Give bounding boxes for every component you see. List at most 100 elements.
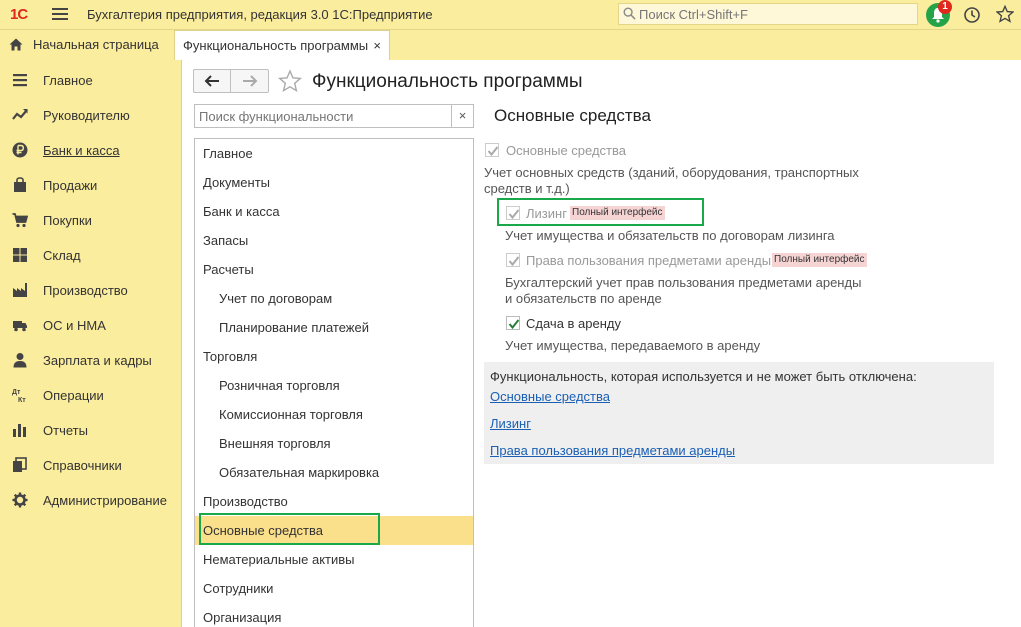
tab-functionality-label: Функциональность программы	[183, 38, 369, 53]
assets-checkbox[interactable]	[485, 143, 499, 157]
list-item[interactable]: Обязательная маркировка	[195, 458, 473, 487]
dt-label: Дт	[12, 389, 21, 396]
sidebar: Главное Руководителю Банк и касса Продаж…	[0, 60, 182, 627]
list-item[interactable]: Комиссионная торговля	[195, 400, 473, 429]
list-item[interactable]: Расчеты	[195, 255, 473, 284]
back-button[interactable]	[194, 70, 231, 92]
list-item[interactable]: Запасы	[195, 226, 473, 255]
list-item-label: Торговля	[203, 349, 258, 364]
gear-icon	[12, 492, 28, 508]
cart-icon	[12, 213, 28, 228]
list-item[interactable]: Внешняя торговля	[195, 429, 473, 458]
books-icon	[13, 457, 27, 472]
sidebar-item-director[interactable]: Руководителю	[0, 97, 182, 132]
bag-icon	[14, 177, 26, 192]
list-item-label: Главное	[203, 146, 253, 161]
list-item-label: Производство	[203, 494, 288, 509]
list-item[interactable]: Учет по договорам	[195, 284, 473, 313]
sidebar-item-label: Справочники	[43, 458, 122, 473]
section-title: Основные средства	[494, 106, 651, 125]
list-item[interactable]: Планирование платежей	[195, 313, 473, 342]
sidebar-item-label: Отчеты	[43, 423, 88, 438]
list-item[interactable]: Документы	[195, 168, 473, 197]
sidebar-item-warehouse[interactable]: Склад	[0, 237, 182, 272]
list-item-label: Банк и касса	[203, 204, 280, 219]
factory-icon	[13, 283, 27, 297]
truck-icon	[13, 321, 27, 332]
favorite-star-icon[interactable]	[278, 69, 302, 93]
description-line: средств и т.д.)	[484, 181, 570, 196]
tab-home[interactable]: Начальная страница	[0, 30, 170, 60]
forward-button[interactable]	[232, 70, 269, 92]
list-item-label: Документы	[203, 175, 271, 190]
assets-description: Учет основных средств (зданий, оборудова…	[484, 165, 859, 197]
home-icon	[9, 38, 23, 51]
sidebar-item-sales[interactable]: Продажи	[0, 167, 182, 202]
search-icon	[623, 7, 636, 20]
description-line: Бухгалтерский учет прав пользования пред…	[505, 275, 862, 290]
global-search-input[interactable]	[639, 6, 909, 22]
lease-rights-option-label: Права пользования предметами аренды	[526, 253, 772, 268]
clear-search-button[interactable]: ×	[451, 105, 473, 127]
list-item-label: Планирование платежей	[219, 320, 369, 335]
sidebar-item-label: Продажи	[43, 178, 98, 193]
close-tab-icon[interactable]: ×	[373, 31, 381, 61]
link-leasing[interactable]: Лизинг	[490, 416, 531, 431]
ruble-icon	[12, 142, 28, 158]
sidebar-item-label: Покупки	[43, 213, 92, 228]
list-item-label: Запасы	[203, 233, 249, 248]
menu-list-icon	[13, 74, 27, 87]
main-menu-icon[interactable]	[52, 6, 68, 22]
list-item[interactable]: Банк и касса	[195, 197, 473, 226]
favorites-icon[interactable]	[996, 5, 1014, 23]
global-search[interactable]	[618, 3, 918, 25]
check-icon	[508, 256, 520, 267]
functionality-list: Главное Документы Банк и касса Запасы Ра…	[194, 138, 474, 627]
list-item[interactable]: Торговля	[195, 342, 473, 371]
app-logo[interactable]: 1С	[10, 6, 28, 23]
sidebar-item-reports[interactable]: Отчеты	[0, 412, 182, 447]
list-item[interactable]: Организация	[195, 603, 473, 627]
link-assets[interactable]: Основные средства	[490, 389, 610, 404]
list-item-label: Нематериальные активы	[203, 552, 355, 567]
person-icon	[13, 353, 27, 368]
sidebar-item-catalogs[interactable]: Справочники	[0, 447, 182, 482]
list-item-label: Розничная торговля	[219, 378, 340, 393]
tab-functionality[interactable]: Функциональность программы ×	[174, 30, 390, 60]
check-icon	[487, 146, 499, 157]
tab-bar: Начальная страница Функциональность прог…	[0, 30, 1021, 60]
list-item[interactable]: Сотрудники	[195, 574, 473, 603]
sidebar-item-bank[interactable]: Банк и касса	[0, 132, 182, 167]
page-title: Функциональность программы	[312, 71, 583, 92]
trend-icon	[12, 109, 28, 120]
sidebar-item-label: Главное	[43, 73, 93, 88]
functionality-search[interactable]: ×	[194, 104, 474, 128]
lease-rights-checkbox[interactable]	[506, 253, 520, 267]
sidebar-item-admin[interactable]: Администрирование	[0, 482, 182, 517]
functionality-search-input[interactable]	[199, 108, 447, 124]
sidebar-item-operations[interactable]: Дт Кт Операции	[0, 377, 182, 412]
highlight-frame	[199, 513, 380, 545]
sidebar-item-label: Руководителю	[43, 108, 130, 123]
list-item-label: Расчеты	[203, 262, 254, 277]
sidebar-item-main[interactable]: Главное	[0, 62, 182, 97]
sidebar-item-salary[interactable]: Зарплата и кадры	[0, 342, 182, 377]
sidebar-item-label: Зарплата и кадры	[43, 353, 152, 368]
list-item[interactable]: Главное	[195, 139, 473, 168]
rent-out-description: Учет имущества, передаваемого в аренду	[505, 338, 761, 353]
full-interface-tag: Полный интерфейс	[772, 253, 867, 267]
link-lease-rights[interactable]: Права пользования предметами аренды	[490, 443, 735, 458]
list-item[interactable]: Производство	[195, 487, 473, 516]
sidebar-item-purchases[interactable]: Покупки	[0, 202, 182, 237]
list-item-label: Учет по договорам	[219, 291, 333, 306]
history-icon[interactable]	[963, 6, 981, 24]
sidebar-item-assets[interactable]: ОС и НМА	[0, 307, 182, 342]
list-item[interactable]: Розничная торговля	[195, 371, 473, 400]
highlight-frame	[497, 198, 704, 226]
sidebar-item-label: Производство	[43, 283, 128, 298]
sidebar-item-production[interactable]: Производство	[0, 272, 182, 307]
description-line: и обязательств по аренде	[505, 291, 662, 306]
rent-out-checkbox[interactable]	[506, 316, 520, 330]
list-item[interactable]: Нематериальные активы	[195, 545, 473, 574]
sidebar-item-label: Склад	[43, 248, 81, 263]
